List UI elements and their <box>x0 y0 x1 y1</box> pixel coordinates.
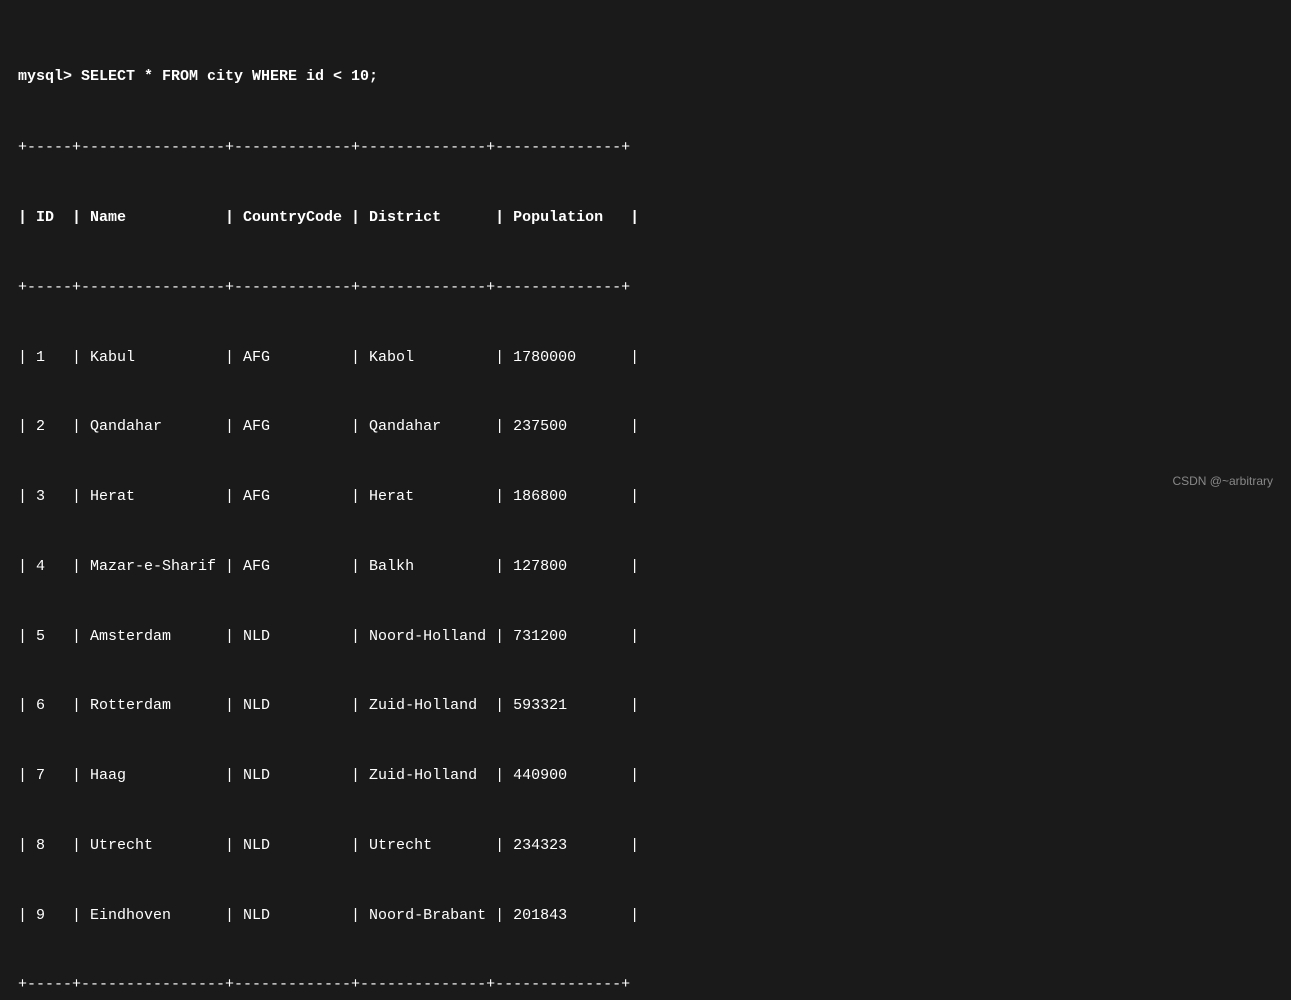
watermark: CSDN @~arbitrary <box>1172 474 1273 488</box>
table-header: | ID | Name | CountryCode | District | P… <box>18 206 1267 229</box>
table-row-9: | 9 | Eindhoven | NLD | Noord-Brabant | … <box>18 904 1267 927</box>
table-row-2: | 2 | Qandahar | AFG | Qandahar | 237500… <box>18 415 1267 438</box>
table-row-5: | 5 | Amsterdam | NLD | Noord-Holland | … <box>18 625 1267 648</box>
separator-top: +-----+----------------+-------------+--… <box>18 136 1267 159</box>
command-line: mysql> SELECT * FROM city WHERE id < 10; <box>18 65 1267 88</box>
terminal-window: mysql> SELECT * FROM city WHERE id < 10;… <box>18 18 1267 1000</box>
table-row-3: | 3 | Herat | AFG | Herat | 186800 | <box>18 485 1267 508</box>
table-row-8: | 8 | Utrecht | NLD | Utrecht | 234323 | <box>18 834 1267 857</box>
separator-header: +-----+----------------+-------------+--… <box>18 276 1267 299</box>
table-row-4: | 4 | Mazar-e-Sharif | AFG | Balkh | 127… <box>18 555 1267 578</box>
table-row-1: | 1 | Kabul | AFG | Kabol | 1780000 | <box>18 346 1267 369</box>
table-row-7: | 7 | Haag | NLD | Zuid-Holland | 440900… <box>18 764 1267 787</box>
separator-bottom: +-----+----------------+-------------+--… <box>18 973 1267 996</box>
table-row-6: | 6 | Rotterdam | NLD | Zuid-Holland | 5… <box>18 694 1267 717</box>
